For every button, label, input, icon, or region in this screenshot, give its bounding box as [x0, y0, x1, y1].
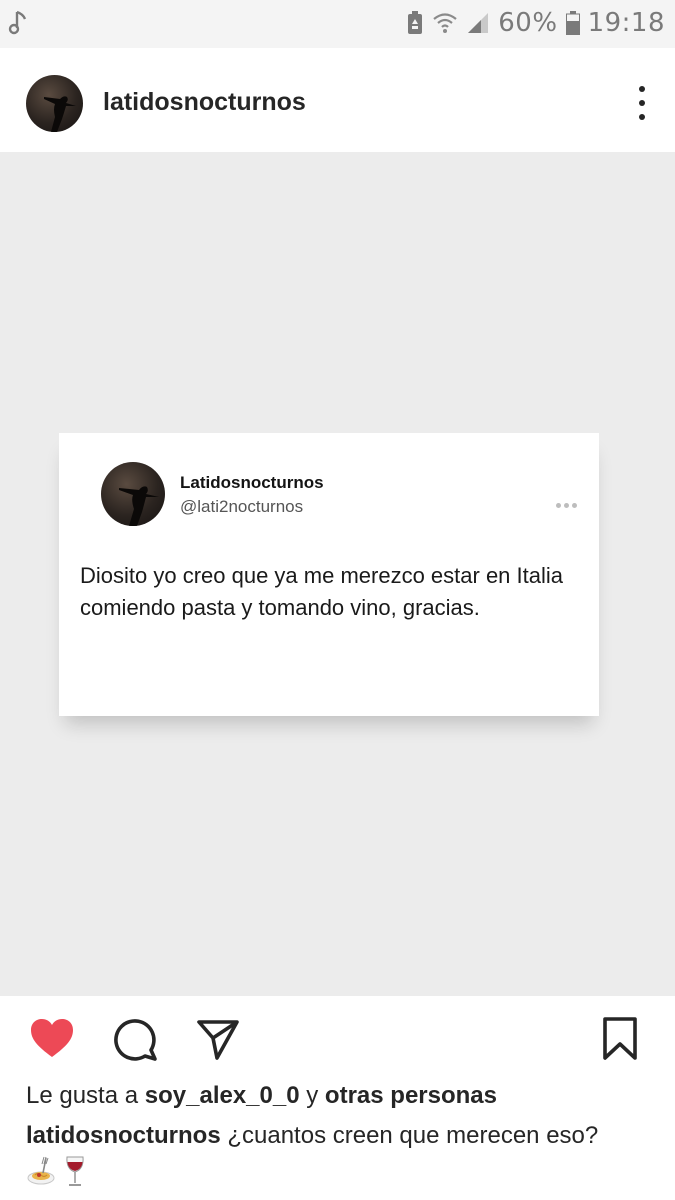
wifi-icon [433, 13, 457, 33]
avatar[interactable] [26, 75, 83, 132]
caption-emojis [26, 1154, 90, 1188]
likes-connector: y [306, 1082, 319, 1109]
tweet-display-name: Latidosnocturnos [180, 473, 324, 492]
comment-icon[interactable] [112, 1016, 158, 1062]
spaghetti-icon [27, 1156, 55, 1185]
caption-username[interactable]: latidosnocturnos [26, 1122, 221, 1149]
tweet-avatar [101, 462, 165, 526]
bookmark-icon[interactable] [597, 1016, 643, 1062]
battery-icon [565, 11, 580, 35]
liked-by-user[interactable]: soy_alex_0_0 [145, 1082, 300, 1109]
more-options-icon[interactable] [635, 86, 649, 120]
heart-icon[interactable] [29, 1016, 75, 1062]
likes-prefix: Le gusta a [26, 1082, 139, 1109]
battery-saver-icon [408, 11, 423, 34]
send-icon[interactable] [195, 1016, 241, 1062]
likes-line: Le gusta a soy_alex_0_0 y otras personas [26, 1082, 497, 1110]
status-bar: 60% 19:18 [0, 0, 675, 48]
post-image[interactable]: Latidosnocturnos @lati2nocturnos Diosito… [0, 152, 675, 996]
battery-percent: 60% [498, 8, 558, 38]
action-bar [0, 996, 675, 1076]
wine-glass-icon [66, 1156, 84, 1186]
avatar-silhouette-icon [119, 486, 159, 526]
signal-icon [468, 13, 489, 33]
tweet-text: Diosito yo creo que ya me merezco estar … [80, 563, 564, 620]
caption: latidosnocturnos ¿cuantos creen que mere… [26, 1122, 598, 1150]
post-header: latidosnocturnos [0, 48, 675, 152]
caption-text: ¿cuantos creen que merecen eso? [227, 1122, 599, 1149]
tweet-handle: @lati2nocturnos [180, 497, 304, 516]
tweet-more-icon [556, 503, 577, 508]
music-note-icon [8, 10, 27, 35]
post-username[interactable]: latidosnocturnos [103, 88, 306, 117]
avatar-silhouette-icon [44, 96, 76, 132]
tweet-card: Latidosnocturnos @lati2nocturnos Diosito… [59, 433, 599, 716]
clock: 19:18 [587, 8, 665, 38]
likes-others[interactable]: otras personas [325, 1082, 497, 1109]
